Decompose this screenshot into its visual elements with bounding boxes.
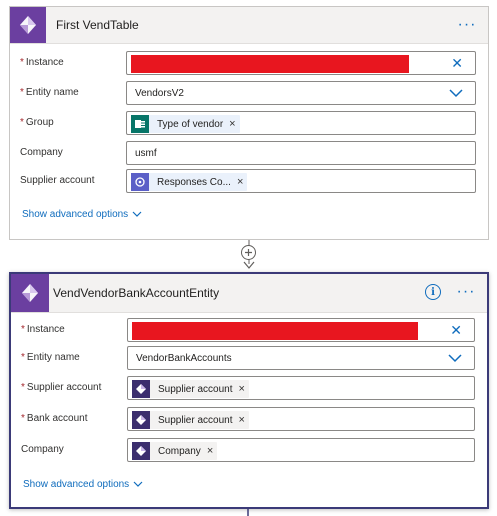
card-title: VendVendorBankAccountEntity (53, 286, 220, 300)
company-value: usmf (135, 148, 157, 159)
clear-icon[interactable]: ✕ (451, 55, 463, 71)
company-field[interactable]: Company × (127, 438, 475, 462)
more-options-button[interactable]: ··· (455, 282, 477, 302)
group-row: * Group Type of vendor × (10, 111, 488, 137)
flow-connector (247, 509, 249, 516)
bank-account-label: * Bank account (21, 413, 88, 424)
supplier-account-row: * Supplier account Supplier account × (11, 376, 487, 402)
chevron-down-icon[interactable] (449, 88, 463, 98)
entity-name-dropdown[interactable]: VendorBankAccounts (127, 346, 475, 370)
forms-icon (131, 115, 149, 133)
entity-name-row: * Entity name VendorBankAccounts (11, 346, 487, 372)
chevron-down-icon (132, 211, 142, 217)
dynamic-content-token[interactable]: Company × (132, 442, 218, 460)
entity-name-label: * Entity name (21, 352, 80, 363)
instance-field[interactable]: ✕ (126, 51, 476, 75)
remove-token-icon[interactable]: × (207, 445, 217, 457)
action-card-first-vendtable: First VendTable ··· * Instance ✕ * Entity … (9, 6, 489, 240)
more-options-button[interactable]: ··· (456, 15, 478, 35)
group-label: * Group (20, 117, 54, 128)
clear-icon[interactable]: ✕ (450, 322, 462, 338)
supplier-account-row: Supplier account Responses Co... × (10, 169, 488, 195)
show-advanced-options-link[interactable]: Show advanced options (23, 479, 143, 490)
remove-token-icon[interactable]: × (239, 383, 249, 395)
company-label: Company (21, 444, 64, 455)
dynamics-icon (132, 411, 150, 429)
bank-account-row: * Bank account Supplier account × (11, 407, 487, 433)
entity-name-value: VendorBankAccounts (136, 353, 232, 364)
supplier-account-field[interactable]: Supplier account × (127, 376, 475, 400)
dynamic-content-token[interactable]: Supplier account × (132, 411, 249, 429)
token-label: Company (158, 445, 201, 457)
remove-token-icon[interactable]: × (229, 118, 239, 130)
dynamics-365-icon (11, 274, 49, 312)
card-header[interactable]: First VendTable ··· (10, 7, 488, 44)
company-label: Company (20, 147, 63, 158)
info-icon[interactable]: i (425, 284, 441, 300)
dynamic-content-token[interactable]: Supplier account × (132, 380, 249, 398)
redacted-value (132, 322, 418, 340)
entity-name-dropdown[interactable]: VendorsV2 (126, 81, 476, 105)
company-input[interactable]: usmf (126, 141, 476, 165)
entity-name-label: * Entity name (20, 87, 79, 98)
dynamic-content-token[interactable]: Responses Co... × (131, 173, 248, 191)
company-row: Company Company × (11, 438, 487, 464)
card-header[interactable]: VendVendorBankAccountEntity i ··· (11, 274, 487, 313)
group-field[interactable]: Type of vendor × (126, 111, 476, 135)
token-label: Supplier account (158, 383, 233, 395)
insert-step-button[interactable] (241, 245, 256, 260)
show-advanced-options-link[interactable]: Show advanced options (22, 209, 142, 220)
teams-icon (131, 173, 149, 191)
chevron-down-icon (133, 481, 143, 487)
redacted-value (131, 55, 409, 73)
token-label: Supplier account (158, 414, 233, 426)
card-title: First VendTable (56, 18, 139, 32)
supplier-account-label: * Supplier account (21, 382, 102, 393)
bank-account-field[interactable]: Supplier account × (127, 407, 475, 431)
instance-row: * Instance ✕ (11, 318, 487, 344)
instance-field[interactable]: ✕ (127, 318, 475, 342)
supplier-account-label: Supplier account (20, 175, 95, 186)
dynamics-365-icon (10, 7, 46, 43)
instance-label: * Instance (20, 57, 64, 68)
entity-name-row: * Entity name VendorsV2 (10, 81, 488, 107)
token-label: Type of vendor (157, 118, 224, 130)
plus-icon (245, 249, 252, 256)
remove-token-icon[interactable]: × (237, 176, 247, 188)
company-row: Company usmf (10, 141, 488, 167)
entity-name-value: VendorsV2 (135, 88, 184, 99)
instance-row: * Instance ✕ (10, 51, 488, 77)
instance-label: * Instance (21, 324, 65, 335)
chevron-down-icon[interactable] (448, 353, 462, 363)
supplier-account-field[interactable]: Responses Co... × (126, 169, 476, 193)
dynamic-content-token[interactable]: Type of vendor × (131, 115, 240, 133)
dynamics-icon (132, 442, 150, 460)
dynamics-icon (132, 380, 150, 398)
remove-token-icon[interactable]: × (239, 414, 249, 426)
action-card-vend-vendor-bank-account-entity: VendVendorBankAccountEntity i ··· * Insta… (9, 272, 489, 509)
token-label: Responses Co... (157, 176, 231, 188)
